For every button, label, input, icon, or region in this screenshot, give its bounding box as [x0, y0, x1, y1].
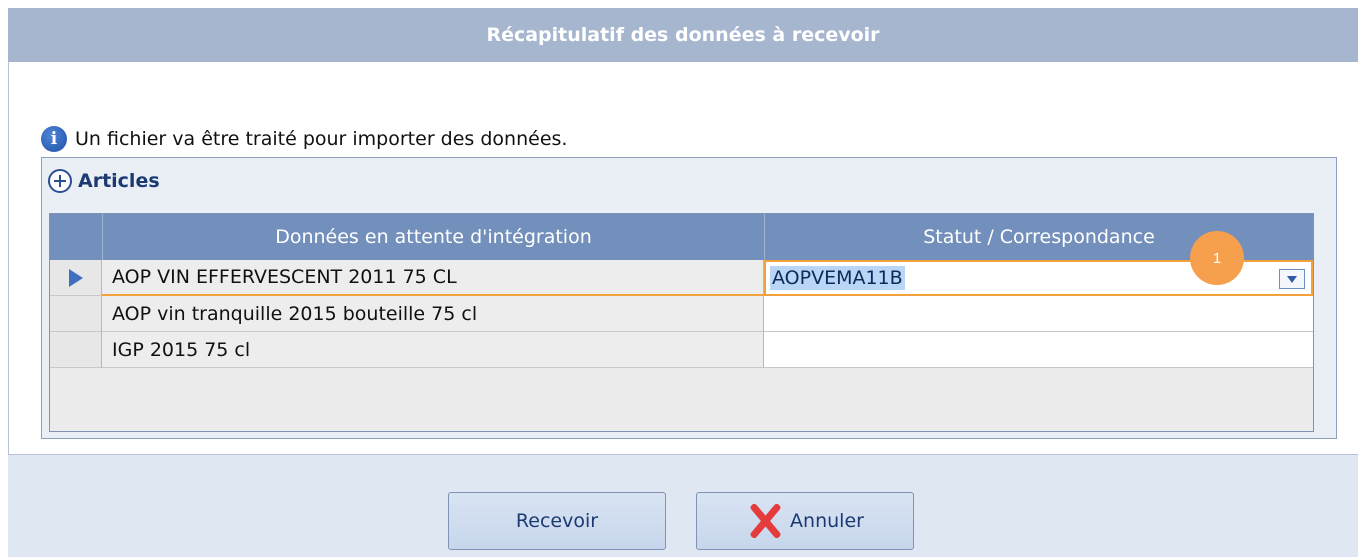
- cancel-button-label: Annuler: [790, 510, 864, 532]
- articles-group-header[interactable]: Articles: [48, 166, 160, 196]
- info-icon: i: [41, 126, 67, 152]
- table-row[interactable]: AOP VIN EFFERVESCENT 2011 75 CL AOPVEMA1…: [50, 260, 1313, 296]
- status-combobox-value[interactable]: AOPVEMA11B: [770, 266, 905, 290]
- info-message-text: Un fichier va être traité pour importer …: [75, 128, 568, 150]
- cancel-button[interactable]: Annuler: [696, 492, 914, 550]
- row-indicator: [50, 260, 102, 296]
- pending-data-cell[interactable]: IGP 2015 75 cl: [102, 332, 764, 368]
- dialog-footer: [8, 454, 1358, 557]
- row-indicator: [50, 296, 102, 332]
- receive-button[interactable]: Recevoir: [448, 492, 666, 550]
- annotation-badge: 1: [1190, 231, 1244, 285]
- chevron-down-icon: [1287, 275, 1297, 283]
- dialog-title-bar: Récapitulatif des données à recevoir: [8, 8, 1358, 62]
- column-header-pending-data[interactable]: Données en attente d'intégration: [102, 214, 764, 260]
- dialog-title: Récapitulatif des données à recevoir: [486, 24, 880, 46]
- pending-data-cell[interactable]: AOP VIN EFFERVESCENT 2011 75 CL: [102, 260, 764, 296]
- table-row[interactable]: IGP 2015 75 cl: [50, 332, 1313, 368]
- row-indicator: [50, 332, 102, 368]
- status-cell[interactable]: [764, 296, 1313, 332]
- current-row-arrow-icon: [68, 268, 83, 287]
- close-red-x-icon: [746, 502, 784, 540]
- articles-group-title: Articles: [78, 170, 160, 192]
- status-dropdown-button[interactable]: [1279, 269, 1305, 289]
- info-message: i Un fichier va être traité pour importe…: [41, 124, 567, 154]
- receive-button-label: Recevoir: [515, 510, 599, 532]
- articles-group: Articles Données en attente d'intégratio…: [41, 157, 1337, 439]
- grid-header-row: Données en attente d'intégration Statut …: [50, 214, 1313, 260]
- table-row[interactable]: AOP vin tranquille 2015 bouteille 75 cl: [50, 296, 1313, 332]
- dialog-window: Récapitulatif des données à recevoir i U…: [0, 0, 1358, 557]
- data-grid: Données en attente d'intégration Statut …: [49, 213, 1314, 432]
- row-indicator-header: [50, 214, 102, 260]
- collapse-icon[interactable]: [48, 169, 72, 193]
- pending-data-cell[interactable]: AOP vin tranquille 2015 bouteille 75 cl: [102, 296, 764, 332]
- status-cell[interactable]: [764, 332, 1313, 368]
